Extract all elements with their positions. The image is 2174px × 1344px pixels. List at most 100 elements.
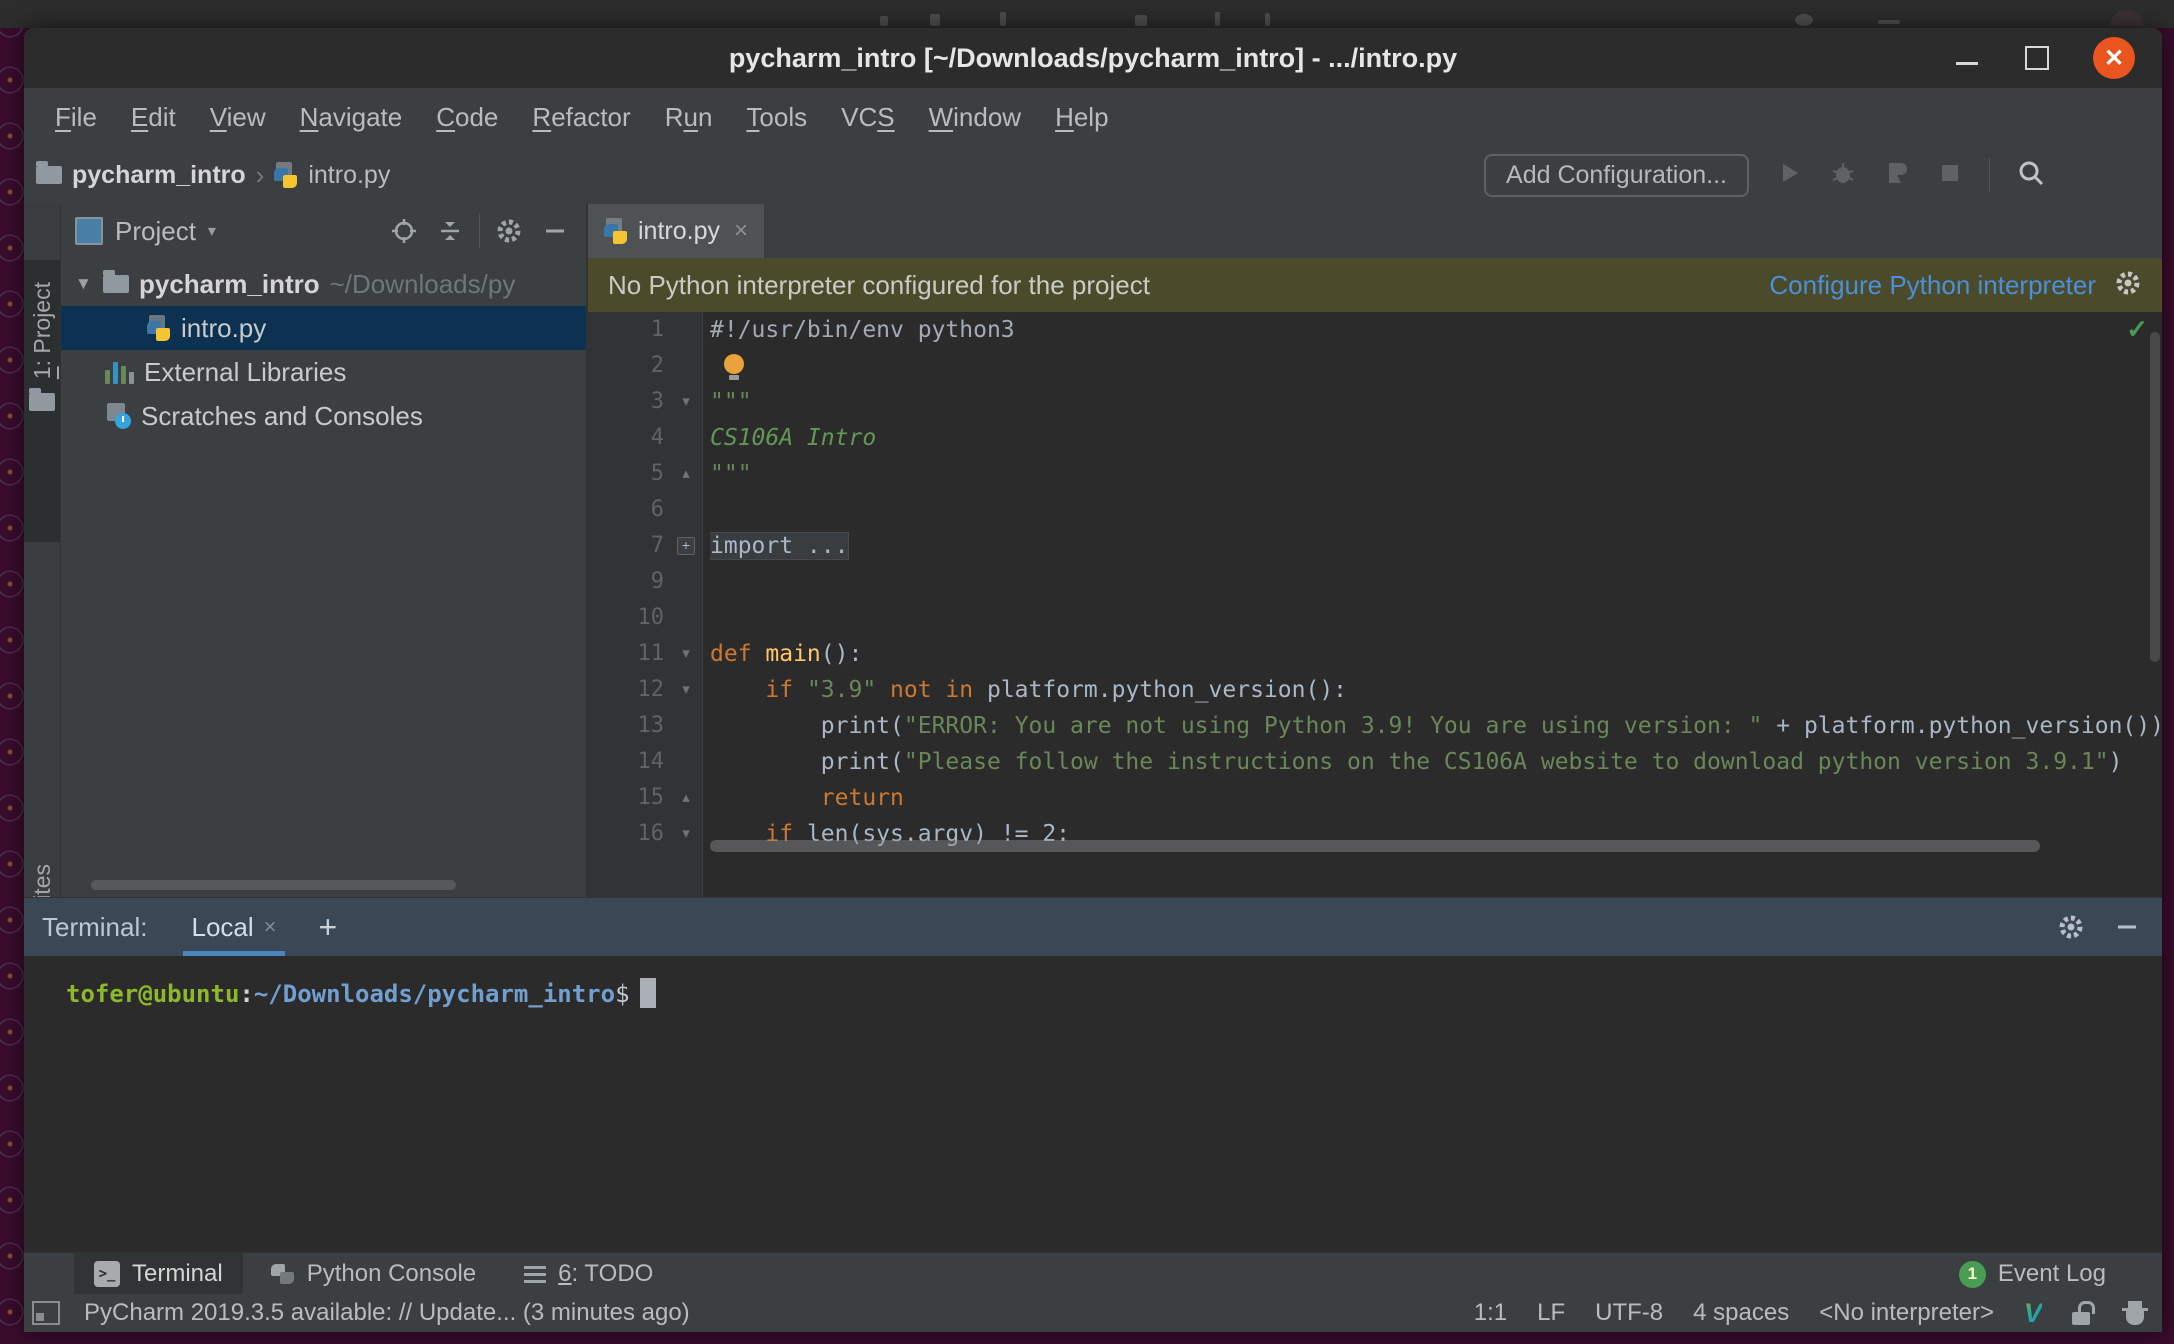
toolbar-python-console-button[interactable]: Python Console <box>251 1253 496 1295</box>
tree-item-scratches-consoles[interactable]: Scratches and Consoles <box>61 394 586 438</box>
code-line-3[interactable]: 3 ▾ """ <box>588 384 2162 420</box>
tree-item-intro-py[interactable]: intro.py <box>61 306 586 350</box>
code-line-7[interactable]: 7 + import ... <box>588 528 2162 564</box>
menu-refactor[interactable]: Refactor <box>515 102 647 133</box>
tool-window-switcher-icon[interactable] <box>32 1301 60 1325</box>
terminal-gear-icon[interactable] <box>2054 910 2088 944</box>
menu-code[interactable]: Code <box>419 102 515 133</box>
terminal-tab-local[interactable]: Local × <box>183 898 285 956</box>
breadcrumb-file[interactable]: intro.py <box>308 161 390 190</box>
editor-tab-intro-py[interactable]: intro.py × <box>588 204 764 258</box>
code-line-14[interactable]: 14 print("Please follow the instructions… <box>588 744 2162 780</box>
menu-window[interactable]: Window <box>912 102 1038 133</box>
hector-inspector-icon[interactable] <box>2122 1301 2148 1325</box>
terminal-hide-icon[interactable] <box>2110 910 2144 944</box>
collapse-all-icon[interactable] <box>433 214 467 248</box>
titlebar[interactable]: pycharm_intro [~/Downloads/pycharm_intro… <box>24 28 2162 89</box>
code-editor[interactable]: 1 #!/usr/bin/env python3 2 3 ▾ """ 4 CS106A Int… <box>588 312 2162 897</box>
tool-stripe-project[interactable]: 1: Project <box>24 260 60 542</box>
code-line-15[interactable]: 15 ▴ return <box>588 780 2162 816</box>
editor-horizontal-scrollbar[interactable] <box>710 840 2040 852</box>
locate-file-icon[interactable] <box>387 214 421 248</box>
fold-marker-icon[interactable]: ▾ <box>674 384 698 420</box>
status-message[interactable]: PyCharm 2019.3.5 available: // Update...… <box>74 1299 1474 1327</box>
menu-vcs[interactable]: VCS <box>824 102 911 133</box>
code-line-12[interactable]: 12 ▾ if "3.9" not in platform.python_vers… <box>588 672 2162 708</box>
status-bar: PyCharm 2019.3.5 available: // Update...… <box>24 1294 2162 1332</box>
fold-marker-icon[interactable]: ▾ <box>674 636 698 672</box>
code-line-4[interactable]: 4 CS106A Intro <box>588 420 2162 456</box>
minimize-icon <box>1956 61 1978 65</box>
menu-view[interactable]: View <box>193 102 283 133</box>
banner-gear-icon[interactable] <box>2114 269 2142 302</box>
folder-icon <box>103 270 129 293</box>
tree-item-external-libraries[interactable]: External Libraries <box>61 350 586 394</box>
maximize-button[interactable] <box>2012 28 2062 88</box>
run-toolbar: Add Configuration... <box>1484 153 2162 197</box>
fold-marker-icon[interactable]: ▴ <box>674 456 698 492</box>
unlocked-padlock-icon[interactable] <box>2072 1301 2095 1325</box>
close-icon: ✕ <box>2093 37 2135 79</box>
code-line-11[interactable]: 11 ▾ def main(): <box>588 636 2162 672</box>
editor-vertical-scrollbar[interactable] <box>2150 332 2160 662</box>
tab-close-icon[interactable]: × <box>730 217 748 245</box>
project-view-icon <box>75 217 103 245</box>
file-encoding[interactable]: UTF-8 <box>1595 1299 1663 1327</box>
code-line-5[interactable]: 5 ▴ """ <box>588 456 2162 492</box>
code-line-13[interactable]: 13 print("ERROR: You are not using Pytho… <box>588 708 2163 744</box>
code-line-2[interactable]: 2 <box>588 348 2162 384</box>
menu-help[interactable]: Help <box>1038 102 1125 133</box>
shell-prompt: tofer@ubuntu:~/Downloads/pycharm_intro$ <box>66 978 656 1008</box>
intention-bulb-icon[interactable] <box>724 354 744 380</box>
minimize-button[interactable] <box>1942 28 1992 88</box>
fold-marker-icon[interactable]: + <box>677 537 695 555</box>
tree-expanded-icon[interactable]: ▼ <box>75 274 93 294</box>
interpreter-widget[interactable]: <No interpreter> <box>1819 1299 1994 1327</box>
scratches-icon <box>105 403 131 429</box>
hide-panel-icon[interactable] <box>538 214 572 248</box>
code-line-10[interactable]: 10 <box>588 600 2162 636</box>
terminal-output[interactable]: tofer@ubuntu:~/Downloads/pycharm_intro$ <box>24 956 2162 1253</box>
menu-file[interactable]: File <box>38 102 114 133</box>
code-text: import ... <box>710 532 850 560</box>
bg-search-icon <box>1795 14 1813 26</box>
search-everywhere-icon[interactable] <box>2016 158 2046 193</box>
caret-position[interactable]: 1:1 <box>1474 1299 1507 1327</box>
fold-marker-icon[interactable]: ▾ <box>674 672 698 708</box>
tree-item-project-root[interactable]: ▼ pycharm_intro ~/Downloads/py <box>61 262 586 306</box>
line-separator[interactable]: LF <box>1537 1299 1565 1327</box>
event-log-button[interactable]: 1 Event Log <box>1958 1260 2162 1288</box>
toolbar-terminal-button[interactable]: >_ Terminal <box>74 1253 243 1295</box>
menu-run[interactable]: Run <box>648 102 730 133</box>
breadcrumb-project[interactable]: pycharm_intro <box>72 161 246 190</box>
gear-icon[interactable] <box>492 214 526 248</box>
menu-tools[interactable]: Tools <box>729 102 824 133</box>
breadcrumb: pycharm_intro › intro.py <box>24 160 1484 191</box>
run-icon[interactable] <box>1775 159 1803 192</box>
inspection-ok-icon[interactable]: ✓ <box>2126 314 2148 345</box>
code-lines: 1 #!/usr/bin/env python3 2 3 ▾ """ 4 CS106A Int… <box>588 312 2163 852</box>
menu-edit[interactable]: Edit <box>114 102 193 133</box>
close-button[interactable]: ✕ <box>2084 28 2144 88</box>
code-line-1[interactable]: 1 #!/usr/bin/env python3 <box>588 312 2162 348</box>
ideavim-icon[interactable]: V <box>2024 1298 2042 1329</box>
project-horizontal-scrollbar[interactable] <box>91 880 456 890</box>
fold-marker-icon[interactable]: ▾ <box>674 816 698 852</box>
configure-interpreter-link[interactable]: Configure Python interpreter <box>1769 270 2096 301</box>
toolbar-todo-button[interactable]: 6: TODO <box>504 1253 673 1295</box>
code-line-6[interactable]: 6 <box>588 492 2162 528</box>
stop-icon[interactable] <box>1937 160 1963 191</box>
editor-zone: intro.py × No Python interpreter configu… <box>588 204 2162 897</box>
run-with-coverage-icon[interactable] <box>1883 159 1911 192</box>
chevron-right-icon: › <box>255 159 265 190</box>
project-view-selector[interactable]: Project <box>115 216 196 247</box>
add-configuration-button[interactable]: Add Configuration... <box>1484 153 1749 197</box>
debug-icon[interactable] <box>1829 159 1857 192</box>
line-number: 16 <box>637 821 665 846</box>
new-terminal-session-icon[interactable]: + <box>319 909 338 946</box>
menu-navigate[interactable]: Navigate <box>283 102 420 133</box>
indent-style[interactable]: 4 spaces <box>1693 1299 1789 1327</box>
terminal-tab-close-icon[interactable]: × <box>264 914 277 940</box>
fold-marker-icon[interactable]: ▴ <box>674 780 698 816</box>
code-line-9[interactable]: 9 <box>588 564 2162 600</box>
